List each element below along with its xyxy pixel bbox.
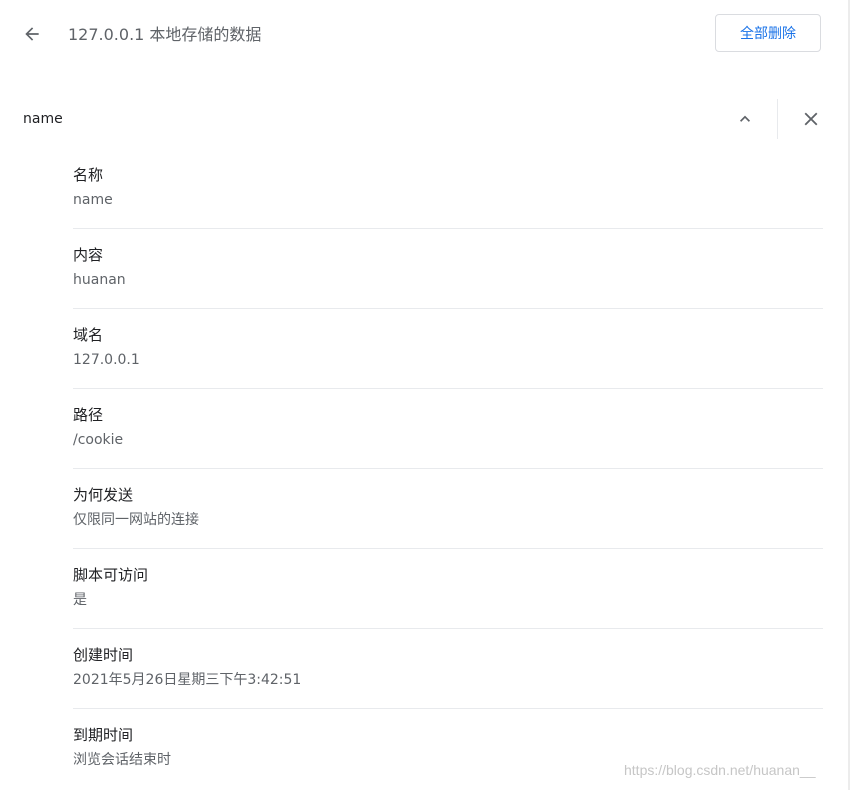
detail-label: 路径 [73, 406, 104, 424]
detail-row-name: 名称 name [73, 149, 823, 229]
page-title: 127.0.0.1 本地存储的数据 [68, 25, 262, 44]
detail-label: 名称 [73, 166, 104, 184]
detail-label: 域名 [73, 326, 104, 344]
detail-row-path: 路径 /cookie [73, 389, 823, 469]
detail-label: 为何发送 [73, 486, 134, 504]
detail-row-content: 内容 huanan [73, 229, 823, 309]
watermark-text: https://blog.csdn.net/huanan__ [624, 762, 816, 778]
cookie-name: name [23, 111, 63, 127]
cookie-header-row: name [0, 96, 850, 144]
collapse-button[interactable] [732, 106, 758, 132]
chevron-up-icon [740, 115, 750, 122]
detail-value: 仅限同一网站的连接 [73, 512, 199, 528]
detail-label: 创建时间 [73, 646, 134, 664]
back-button[interactable] [18, 20, 46, 48]
detail-row-send-for: 为何发送 仅限同一网站的连接 [73, 469, 823, 549]
page-header: 127.0.0.1 本地存储的数据 全部删除 [0, 0, 850, 70]
detail-value: /cookie [73, 432, 124, 448]
remove-all-button[interactable]: 全部删除 [715, 14, 821, 52]
detail-label: 到期时间 [73, 726, 134, 744]
detail-value: 2021年5月26日星期三下午3:42:51 [73, 672, 302, 688]
detail-value: name [73, 192, 113, 208]
cookie-details-list: 名称 name 内容 huanan 域名 127.0.0.1 路径 /cooki… [73, 149, 823, 789]
delete-cookie-button[interactable] [798, 106, 824, 132]
detail-value: huanan [73, 272, 126, 288]
vertical-divider [777, 99, 778, 139]
detail-row-domain: 域名 127.0.0.1 [73, 309, 823, 389]
detail-label: 脚本可访问 [73, 566, 149, 584]
detail-row-created: 创建时间 2021年5月26日星期三下午3:42:51 [73, 629, 823, 709]
arrow-left-icon [25, 27, 39, 41]
detail-row-script-access: 脚本可访问 是 [73, 549, 823, 629]
detail-label: 内容 [73, 246, 104, 264]
close-icon [804, 112, 818, 126]
detail-value: 127.0.0.1 [73, 352, 140, 368]
detail-value: 是 [73, 592, 87, 608]
